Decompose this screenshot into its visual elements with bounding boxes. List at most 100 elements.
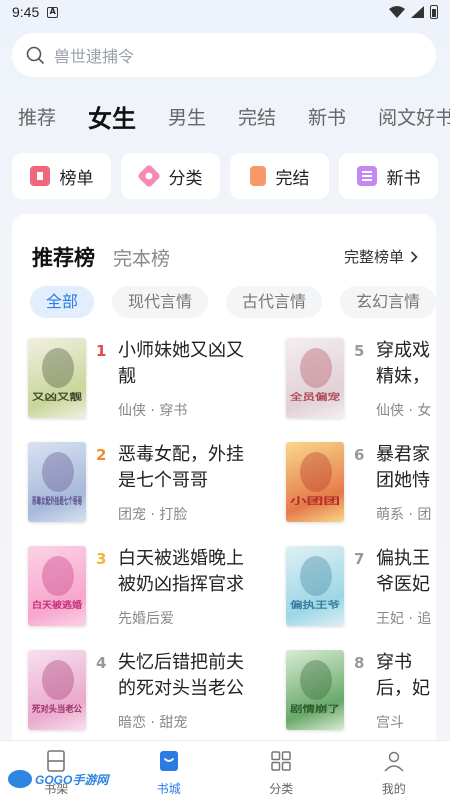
book-cover-art: 剧情崩了 [290, 660, 340, 715]
book-rank-number: 3 [96, 550, 107, 568]
quick-entry-2[interactable]: 完结 [230, 153, 329, 199]
chevron-right-icon [410, 250, 418, 263]
book-tags: 暗恋 · 甜宠 [118, 715, 188, 731]
tab-finished-ranking[interactable]: 完本榜 [113, 244, 170, 271]
book-title[interactable]: 失忆后错把前夫的死对头当老公 [118, 650, 258, 702]
book-tags: 王妃 · 追 [376, 611, 432, 627]
book-cover-image[interactable]: 剧情崩了 [286, 650, 344, 730]
nav-label: 我的 [381, 782, 406, 796]
signal-icon [411, 6, 424, 18]
quick-entry-3[interactable]: 新书 [339, 153, 438, 199]
book-rank-number: 8 [354, 654, 365, 672]
book-item[interactable]: 死对头当老公 4 失忆后错把前夫的死对头当老公暗恋 · 甜宠 [28, 650, 288, 742]
quick-entries: 榜单 分类 完结 新书 [12, 153, 450, 199]
ranking-card: 推荐榜 完本榜 完整榜单 全部 现代言情 古代言情 玄幻言情 又凶又靓 1 小师妹她又凶又… [12, 214, 436, 754]
ranking-tabs: 推荐榜 完本榜 [32, 242, 170, 272]
book-title[interactable]: 偏执王爷医妃 [376, 546, 436, 598]
search-input[interactable]: 兽世逮捕令 [12, 33, 436, 77]
book-title[interactable]: 小师妹她又凶又靓 [118, 338, 258, 390]
book-item[interactable]: 恶毒女配外挂是七个哥哥 2 恶毒女配，外挂是七个哥哥团宠 · 打脸 [28, 442, 288, 534]
book-item[interactable]: 白天被逃婚 3 白天被逃婚晚上被奶凶指挥官求先婚后爱 [28, 546, 288, 638]
status-bar: 9:45 A [0, 0, 450, 24]
filter-chip-3[interactable]: 玄幻言情 [340, 286, 436, 318]
book-rank-number: 4 [96, 654, 107, 672]
search-icon [26, 46, 44, 64]
book-tags: 团宠 · 打脸 [118, 507, 188, 523]
book-cover-text: 全员偏宠 [289, 391, 340, 403]
full-list-label: 完整榜单 [343, 248, 404, 266]
book-cover-art: 白天被逃婚 [32, 556, 82, 611]
book-rank-number: 7 [354, 550, 365, 568]
book-tags: 仙侠 · 穿书 [118, 403, 188, 419]
book-cover-text: 白天被逃婚 [32, 599, 82, 611]
nav-label: 分类 [269, 782, 294, 796]
genre-filters: 全部 现代言情 古代言情 玄幻言情 [30, 286, 436, 318]
search-placeholder: 兽世逮捕令 [54, 47, 135, 66]
quick-entry-label: 新书 [386, 168, 421, 189]
tab-channel-5[interactable]: 阅文好书 [378, 103, 450, 130]
nav-item-1[interactable]: 书城 [113, 741, 226, 800]
book-cover-image[interactable]: 白天被逃婚 [28, 546, 86, 626]
book-cover-image[interactable]: 又凶又靓 [28, 338, 86, 418]
book-cover-text: 剧情崩了 [290, 703, 340, 715]
full-list-link[interactable]: 完整榜单 [344, 246, 418, 267]
watermark-icon [8, 770, 32, 788]
quick-entry-label: 分类 [168, 168, 203, 189]
book-cover-image[interactable]: 恶毒女配外挂是七个哥哥 [28, 442, 86, 522]
book-cover-art: 偏执王爷 [290, 556, 341, 611]
book-item[interactable]: 剧情崩了 8 穿书后，妃又剧宫斗 [286, 650, 436, 742]
nav-item-2[interactable]: 分类 [225, 741, 338, 800]
quick-entry-1[interactable]: 分类 [121, 153, 220, 199]
book-cover-image[interactable]: 死对头当老公 [28, 650, 86, 730]
quick-entry-label: 完结 [275, 168, 310, 189]
book-tags: 先婚后爱 [118, 611, 174, 627]
book-cover-image[interactable]: 全员偏宠 [286, 338, 344, 418]
book-cover-art: 又凶又靓 [31, 348, 82, 403]
book-cover-art: 全员偏宠 [289, 348, 340, 403]
wifi-icon [389, 6, 405, 18]
filter-chip-2[interactable]: 古代言情 [226, 286, 323, 318]
quick-entry-0[interactable]: 榜单 [12, 153, 111, 199]
battery-icon [430, 5, 438, 19]
status-time: 9:45 [12, 4, 40, 20]
book-cover-text: 死对头当老公 [31, 703, 82, 715]
tab-channel-0[interactable]: 推荐 [18, 103, 56, 130]
book-rank-number: 1 [96, 342, 107, 360]
book-rank-number: 2 [96, 446, 107, 464]
book-title[interactable]: 穿书后，妃又剧 [376, 650, 436, 702]
book-cover-text: 又凶又靓 [31, 391, 82, 403]
book-title[interactable]: 穿成戏精妹，全是 [376, 338, 436, 390]
watermark-text: GOGO手游网 [35, 772, 109, 787]
book-item[interactable]: 小团团 6 暴君家团她恃宠萌系 · 团 [286, 442, 436, 534]
filter-chip-0[interactable]: 全部 [30, 286, 95, 318]
book-cover-text: 小团团 [288, 495, 340, 507]
book-cover-image[interactable]: 小团团 [286, 442, 344, 522]
quick-entry-label: 榜单 [59, 168, 94, 189]
tab-channel-4[interactable]: 新书 [308, 103, 346, 130]
book-item[interactable]: 全员偏宠 5 穿成戏精妹，全是仙侠 · 女 [286, 338, 436, 430]
book-tags: 萌系 · 团 [376, 507, 432, 523]
profile-icon [382, 749, 406, 776]
tab-channel-3[interactable]: 完结 [238, 103, 276, 130]
book-tags: 仙侠 · 女 [376, 403, 432, 419]
book-tags: 宫斗 [376, 715, 404, 731]
tab-recommend-ranking[interactable]: 推荐榜 [32, 242, 95, 272]
book-rank-number: 6 [354, 446, 365, 464]
book-item[interactable]: 偏执王爷 7 偏执王爷医妃王妃 · 追 [286, 546, 436, 638]
grid-icon [269, 749, 293, 776]
book-title[interactable]: 恶毒女配，外挂是七个哥哥 [118, 442, 258, 494]
category-icon [136, 163, 161, 189]
ranking-icon [29, 166, 50, 186]
book-title[interactable]: 暴君家团她恃宠 [376, 442, 436, 494]
book-cover-image[interactable]: 偏执王爷 [286, 546, 344, 626]
watermark-logo: GOGO手游网 [8, 770, 108, 788]
filter-chip-1[interactable]: 现代言情 [112, 286, 209, 318]
nav-item-3[interactable]: 我的 [338, 741, 450, 800]
notification-a-icon: A [47, 6, 59, 18]
book-title[interactable]: 白天被逃婚晚上被奶凶指挥官求 [118, 546, 258, 598]
tab-channel-2[interactable]: 男生 [168, 103, 206, 130]
book-rank-number: 5 [354, 342, 365, 360]
tab-channel-1[interactable]: 女生 [88, 99, 136, 134]
book-item[interactable]: 又凶又靓 1 小师妹她又凶又靓仙侠 · 穿书 [28, 338, 288, 430]
book-cover-art: 恶毒女配外挂是七个哥哥 [32, 452, 82, 507]
